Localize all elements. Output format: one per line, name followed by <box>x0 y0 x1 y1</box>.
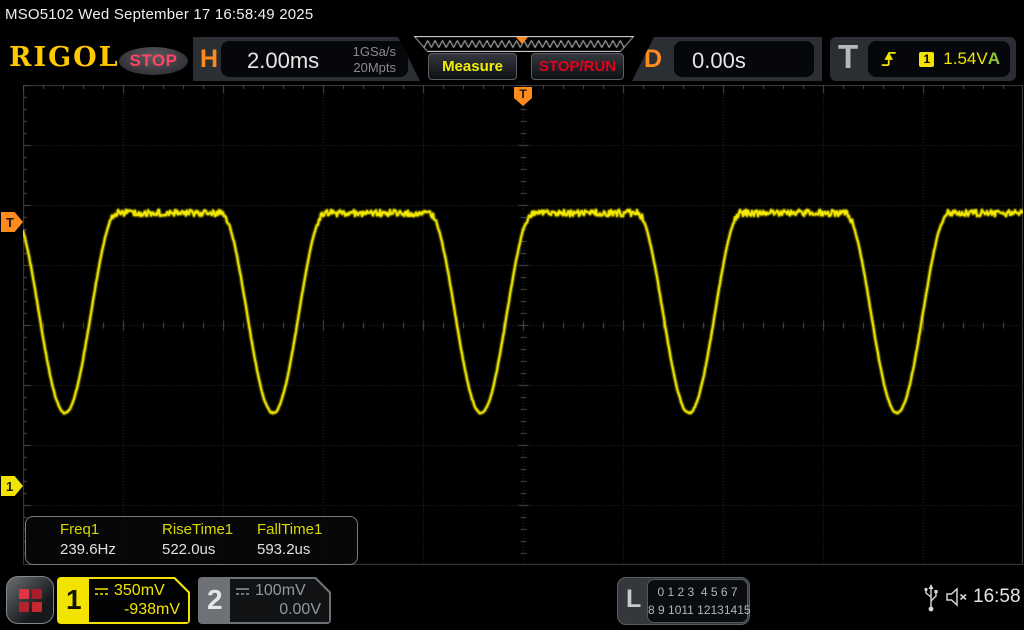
dc-coupling-icon <box>94 586 109 597</box>
sample-rate: 1GSa/s <box>353 44 396 60</box>
delay-value: 0.00s <box>692 48 746 74</box>
trigger-level-value: 1.54V <box>943 49 987 69</box>
menu-grid-icon <box>19 589 42 612</box>
channel2-block[interactable]: 2 100mV 0.00V <box>198 577 331 624</box>
channel1-scale: 350mV <box>114 582 165 600</box>
logic-analyzer-label: L <box>626 585 641 614</box>
trigger-mode-auto: A <box>988 49 1000 69</box>
acquisition-status-badge[interactable]: STOP <box>119 47 188 75</box>
measurements-panel[interactable]: Freq1 239.6Hz RiseTime1 522.0us FallTime… <box>25 516 358 565</box>
nav-position-marker-icon[interactable] <box>516 37 528 44</box>
stop-run-button[interactable]: STOP/RUN <box>531 53 624 80</box>
dc-coupling-icon <box>235 586 250 597</box>
trigger-source-badge: 1 <box>919 52 934 67</box>
logic-channels-panel: 0 1 2 3 4 5 6 7 8 9 1011 12131415 <box>647 579 748 623</box>
status-title: MSO5102 Wed September 17 16:58:49 2025 <box>5 6 313 23</box>
delay-label: D <box>644 45 662 74</box>
rigol-logo: RIGOL <box>9 42 120 73</box>
horizontal-settings-block[interactable]: H 2.00ms 1GSa/s 20Mpts <box>193 37 420 81</box>
waveform-canvas[interactable] <box>23 85 1023 565</box>
trigger-inner: 1 1.54V A <box>868 41 1010 77</box>
logic-channels-row1: 0 1 2 3 4 5 6 7 <box>648 583 747 601</box>
logic-analyzer-block[interactable]: L 0 1 2 3 4 5 6 7 8 9 1011 12131415 <box>617 577 750 625</box>
menu-grid-button[interactable] <box>6 576 54 624</box>
channel2-number: 2 <box>207 584 223 616</box>
clock: 16:58 <box>973 586 1021 608</box>
trigger-label: T <box>838 38 858 76</box>
trigger-rising-edge-icon <box>880 49 897 69</box>
delay-settings-block[interactable]: D 0.00s <box>632 37 822 81</box>
horizontal-label: H <box>200 45 218 74</box>
channel1-position-marker[interactable]: 1 <box>1 476 23 496</box>
oscilloscope-screen: MSO5102 Wed September 17 16:58:49 2025 R… <box>0 0 1024 630</box>
channel2-scale: 100mV <box>255 582 306 600</box>
measure-button[interactable]: Measure <box>428 53 517 80</box>
logic-channels-row2: 8 9 1011 12131415 <box>648 601 747 619</box>
channel1-offset: -938mV <box>124 601 180 619</box>
channel1-number: 1 <box>66 584 82 616</box>
channel1-body: 350mV -938mV <box>89 579 188 622</box>
memory-depth: 20Mpts <box>353 60 396 76</box>
usb-icon <box>923 583 939 618</box>
horizontal-inner: 2.00ms 1GSa/s 20Mpts <box>221 41 408 77</box>
acquisition-rates: 1GSa/s 20Mpts <box>353 44 396 76</box>
channel2-body: 100mV 0.00V <box>230 579 329 622</box>
timebase-value: 2.00ms <box>247 48 319 74</box>
delay-inner: 0.00s <box>674 41 814 77</box>
channel1-block[interactable]: 1 350mV -938mV <box>57 577 190 624</box>
trigger-settings-block[interactable]: T 1 1.54V A <box>830 37 1016 81</box>
speaker-muted-icon <box>945 587 971 612</box>
channel2-offset: 0.00V <box>279 601 321 619</box>
trigger-level-marker[interactable]: T <box>1 212 23 232</box>
